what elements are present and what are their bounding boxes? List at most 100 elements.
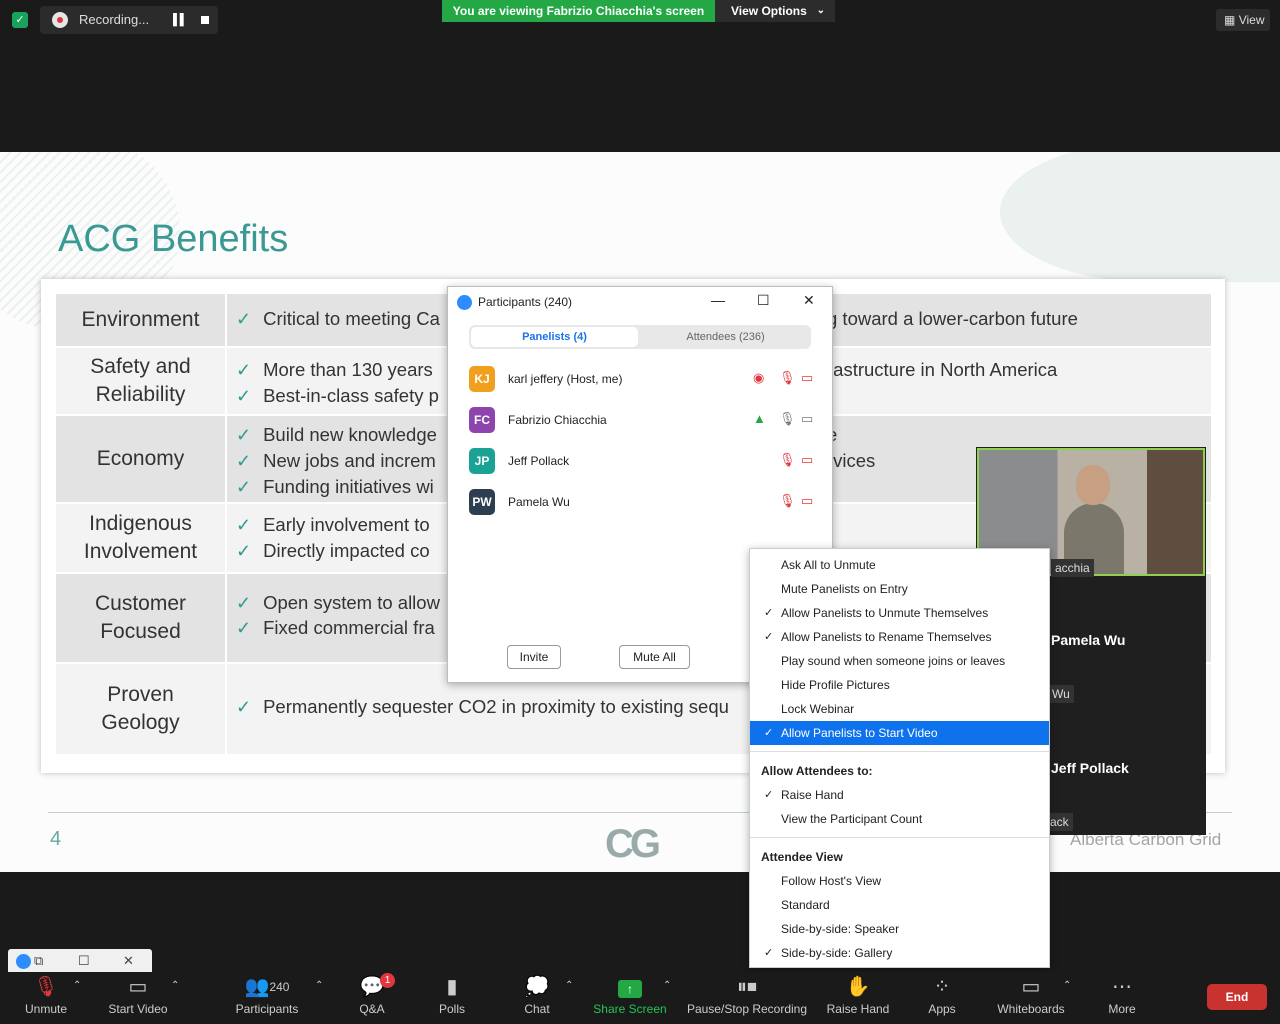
- menu-item[interactable]: ✓ Allow Panelists to Rename Themselves: [750, 625, 1049, 649]
- view-button[interactable]: ▦ View: [1216, 9, 1270, 31]
- participant-count: 240: [269, 980, 290, 994]
- mic-muted-icon[interactable]: 🎙: [779, 452, 796, 468]
- pause-stop-recording-button[interactable]: ⏸⏹ Pause/Stop Recording: [686, 972, 808, 1024]
- menu-item[interactable]: ✓ Allow Panelists to Start Video: [750, 721, 1049, 745]
- row-category: Environment: [56, 294, 225, 346]
- unmute-label: Unmute: [24, 1002, 68, 1016]
- check-icon: ✓: [236, 386, 252, 406]
- raise-hand-button[interactable]: ✋ Raise Hand: [826, 972, 890, 1024]
- more-button[interactable]: ⋯ More: [1100, 972, 1144, 1024]
- invite-button[interactable]: Invite: [507, 645, 561, 669]
- mic-icon[interactable]: 🎙: [779, 411, 796, 427]
- whiteboards-button[interactable]: ▭ Whiteboards: [995, 972, 1067, 1024]
- chevron-up-icon[interactable]: ⌃: [663, 980, 671, 991]
- list-item[interactable]: FC Fabrizio Chiacchia ▲ 🎙 ▭: [469, 405, 819, 435]
- mic-muted-icon[interactable]: 🎙: [779, 493, 796, 509]
- mic-muted-icon[interactable]: 🎙: [779, 370, 796, 386]
- participant-name: Pamela Wu: [508, 495, 570, 509]
- tile-name: Jeff Pollack: [1051, 760, 1129, 776]
- zoom-logo-icon: [16, 954, 31, 969]
- menu-item[interactable]: Ask All to Unmute: [750, 553, 1049, 577]
- menu-item[interactable]: Follow Host's View: [750, 869, 1049, 893]
- polls-button[interactable]: ▮ Polls: [430, 972, 474, 1024]
- video-off-icon[interactable]: ▭: [801, 452, 813, 468]
- menu-item[interactable]: Side-by-side: Speaker: [750, 917, 1049, 941]
- stop-recording-icon[interactable]: [201, 16, 209, 24]
- close-icon[interactable]: ✕: [123, 953, 134, 969]
- check-icon: ✓: [236, 309, 252, 329]
- end-button[interactable]: End: [1207, 984, 1267, 1010]
- record-icon: [52, 12, 68, 28]
- list-item[interactable]: PW Pamela Wu 🎙 ▭: [469, 487, 819, 517]
- menu-item[interactable]: Mute Panelists on Entry: [750, 577, 1049, 601]
- start-video-button[interactable]: ▭ Start Video: [102, 972, 174, 1024]
- menu-item[interactable]: Lock Webinar: [750, 697, 1049, 721]
- list-item[interactable]: JP Jeff Pollack 🎙 ▭: [469, 446, 819, 476]
- tile-name-tag: Wu: [1048, 685, 1074, 703]
- share-screen-icon: ↑: [592, 972, 668, 1000]
- avatar: KJ: [469, 366, 495, 392]
- menu-item[interactable]: Hide Profile Pictures: [750, 673, 1049, 697]
- menu-divider: [750, 751, 1049, 752]
- mute-all-button[interactable]: Mute All: [619, 645, 690, 669]
- restore-icon[interactable]: ⧉: [34, 953, 43, 969]
- menu-item[interactable]: Standard: [750, 893, 1049, 917]
- chevron-up-icon[interactable]: ⌃: [171, 980, 179, 991]
- menu-item[interactable]: ✓ Raise Hand: [750, 783, 1049, 807]
- apps-button[interactable]: ⁘ Apps: [920, 972, 964, 1024]
- more-label: More: [1108, 1002, 1136, 1016]
- menu-item[interactable]: View the Participant Count: [750, 807, 1049, 831]
- unmute-button[interactable]: 🎙 Unmute: [14, 972, 78, 1024]
- tab-attendees[interactable]: Attendees (236): [642, 327, 809, 347]
- check-icon: ✓: [236, 697, 252, 717]
- recording-label: Recording...: [79, 12, 150, 27]
- participant-name: karl jeffery (Host, me): [508, 372, 623, 386]
- chevron-up-icon[interactable]: ⌃: [565, 980, 573, 991]
- share-screen-button[interactable]: ↑ Share Screen: [592, 972, 668, 1024]
- view-options-button[interactable]: View Options ⌄: [715, 0, 835, 22]
- participant-name: Fabrizio Chiacchia: [508, 413, 607, 427]
- slide-number: 4: [50, 828, 62, 850]
- checkmark-icon: ✓: [764, 789, 774, 801]
- benefit-line: g toward a lower-carbon future: [827, 308, 1078, 329]
- maximize-icon[interactable]: ☐: [757, 292, 770, 309]
- menu-item[interactable]: ✓ Allow Panelists to Unmute Themselves: [750, 601, 1049, 625]
- video-off-icon[interactable]: ▭: [801, 370, 813, 386]
- minimize-icon[interactable]: —: [711, 292, 725, 308]
- participants-label: Participants: [235, 1002, 299, 1016]
- row-category: Indigenous Involvement: [56, 504, 225, 572]
- participants-more-menu: Ask All to Unmute Mute Panelists on Entr…: [749, 548, 1050, 968]
- viewing-banner: You are viewing Fabrizio Chiacchia's scr…: [442, 0, 715, 22]
- slide-title: ACG Benefits: [58, 218, 289, 260]
- polls-label: Polls: [438, 1002, 465, 1016]
- menu-item[interactable]: ✓ Side-by-side: Gallery: [750, 941, 1049, 965]
- list-item[interactable]: KJ karl jeffery (Host, me) ◉ 🎙 ▭: [469, 364, 819, 394]
- video-off-icon[interactable]: ▭: [801, 493, 813, 509]
- checkmark-icon: ✓: [764, 947, 774, 959]
- chat-button[interactable]: 💭 Chat: [515, 972, 559, 1024]
- polls-icon: ▮: [446, 976, 458, 998]
- chevron-down-icon: ⌄: [816, 5, 825, 16]
- shield-icon[interactable]: ✓: [12, 12, 28, 28]
- pause-recording-icon[interactable]: ▌▌: [173, 14, 188, 26]
- benefit-line: ✓ Build new knowledge: [236, 424, 437, 445]
- recording-indicator: Recording... ▌▌: [40, 6, 218, 34]
- chevron-up-icon[interactable]: ⌃: [1063, 980, 1071, 991]
- check-icon: ✓: [236, 515, 252, 535]
- video-icon[interactable]: ▭: [801, 411, 813, 427]
- benefit-line: ✓ Best-in-class safety p: [236, 385, 439, 406]
- chevron-up-icon[interactable]: ⌃: [73, 980, 81, 991]
- menu-item[interactable]: Play sound when someone joins or leaves: [750, 649, 1049, 673]
- grid-icon: ▦: [1224, 13, 1236, 27]
- participants-button[interactable]: 👥240 Participants: [230, 972, 304, 1024]
- checkmark-icon: ✓: [764, 631, 774, 643]
- tab-panelists[interactable]: Panelists (4): [471, 327, 638, 347]
- view-options-label: View Options: [731, 4, 807, 18]
- chevron-up-icon[interactable]: ⌃: [315, 980, 323, 991]
- hand-icon: ✋: [845, 976, 871, 998]
- checkmark-icon: ✓: [764, 727, 774, 739]
- check-icon: ✓: [236, 593, 252, 613]
- check-icon: ✓: [236, 477, 252, 497]
- close-icon[interactable]: ✕: [803, 292, 815, 309]
- maximize-icon[interactable]: ☐: [78, 953, 90, 969]
